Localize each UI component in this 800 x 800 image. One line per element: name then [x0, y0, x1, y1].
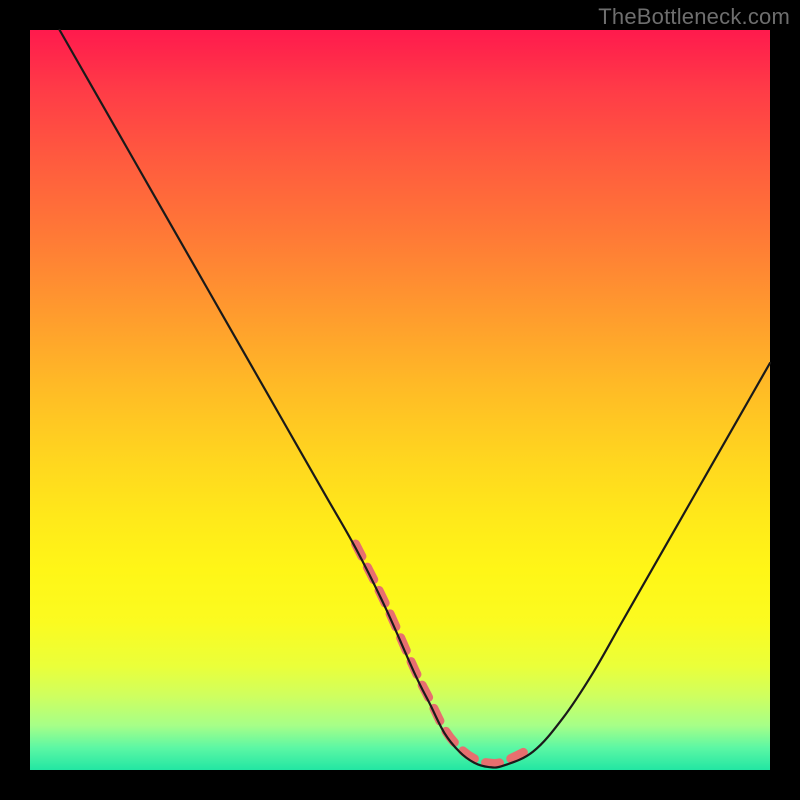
highlight-dash [356, 544, 534, 764]
watermark-text: TheBottleneck.com [598, 4, 790, 30]
plot-area [30, 30, 770, 770]
outer-frame: TheBottleneck.com [0, 0, 800, 800]
bottleneck-curve [60, 30, 770, 768]
curve-svg [30, 30, 770, 770]
dashed-segments [356, 544, 534, 764]
